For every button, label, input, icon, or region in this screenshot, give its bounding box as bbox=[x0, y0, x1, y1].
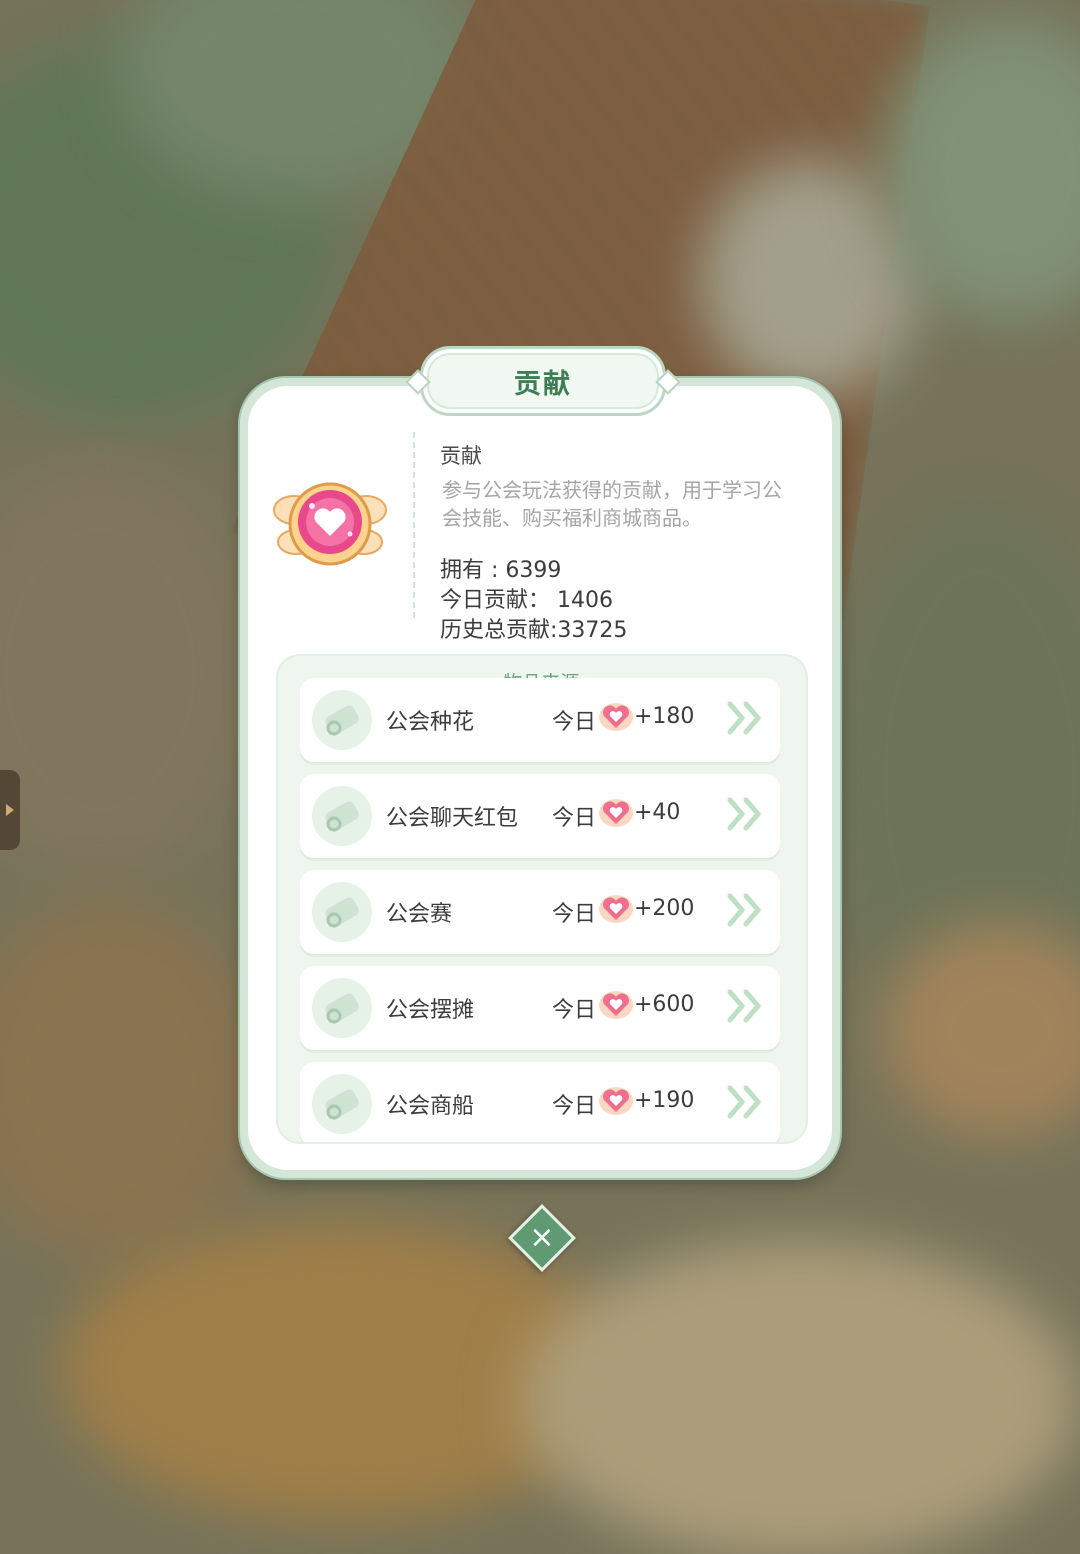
scroll-icon bbox=[312, 1074, 372, 1134]
contribution-heart-icon bbox=[599, 703, 633, 731]
scroll-icon bbox=[312, 786, 372, 846]
dialog-title-banner: 贡献 bbox=[405, 346, 681, 416]
side-expand-tab[interactable] bbox=[0, 770, 20, 850]
dialog-title: 贡献 bbox=[514, 368, 572, 400]
owned-count: 拥有 : 6399 bbox=[440, 558, 562, 583]
contribution-heart-icon bbox=[599, 991, 633, 1019]
source-name: 公会商船 bbox=[386, 1094, 475, 1119]
source-row[interactable]: 公会摆摊 今日 +600 bbox=[300, 966, 780, 1050]
source-value: +200 bbox=[634, 896, 695, 921]
scroll-icon bbox=[312, 978, 372, 1038]
today-label: 今日 bbox=[552, 998, 597, 1023]
source-value: +190 bbox=[634, 1088, 695, 1113]
info-divider bbox=[413, 432, 415, 618]
heart-medal-icon bbox=[273, 482, 387, 566]
item-source-list: ┈┈ ◆◆ 物品来源 ◆◆ ┈┈ 公会种花 今日 +180 公会聊天红包 今日 … bbox=[276, 654, 808, 1144]
today-label: 今日 bbox=[552, 1094, 597, 1119]
source-value: +180 bbox=[634, 704, 695, 729]
source-row[interactable]: 公会赛 今日 +200 bbox=[300, 870, 780, 954]
contribution-heart-icon bbox=[599, 1087, 633, 1115]
today-label: 今日 bbox=[552, 806, 597, 831]
source-value: +600 bbox=[634, 992, 695, 1017]
today-label: 今日 bbox=[552, 710, 597, 735]
source-name: 公会摆摊 bbox=[386, 998, 475, 1023]
double-chevron-right-icon[interactable] bbox=[726, 892, 766, 928]
history-contribution: 历史总贡献:33725 bbox=[440, 618, 628, 643]
source-row[interactable]: 公会种花 今日 +180 bbox=[300, 678, 780, 762]
source-value: +40 bbox=[634, 800, 681, 825]
source-row[interactable]: 公会聊天红包 今日 +40 bbox=[300, 774, 780, 858]
item-description: 参与公会玩法获得的贡献，用于学习公会技能、购买福利商城商品。 bbox=[442, 478, 782, 530]
scroll-icon bbox=[312, 690, 372, 750]
item-name: 贡献 bbox=[440, 444, 482, 468]
contribution-heart-icon bbox=[599, 799, 633, 827]
source-name: 公会赛 bbox=[386, 902, 453, 927]
source-row[interactable]: 公会商船 今日 +190 bbox=[300, 1062, 780, 1142]
contribution-heart-icon bbox=[599, 895, 633, 923]
today-contribution: 今日贡献： 1406 bbox=[440, 588, 613, 613]
close-icon: × bbox=[529, 1220, 555, 1255]
double-chevron-right-icon[interactable] bbox=[726, 988, 766, 1024]
double-chevron-right-icon[interactable] bbox=[726, 700, 766, 736]
scroll-icon bbox=[312, 882, 372, 942]
today-label: 今日 bbox=[552, 902, 597, 927]
source-name: 公会种花 bbox=[386, 710, 475, 735]
double-chevron-right-icon[interactable] bbox=[726, 1084, 766, 1120]
source-name: 公会聊天红包 bbox=[386, 806, 519, 831]
double-chevron-right-icon[interactable] bbox=[726, 796, 766, 832]
